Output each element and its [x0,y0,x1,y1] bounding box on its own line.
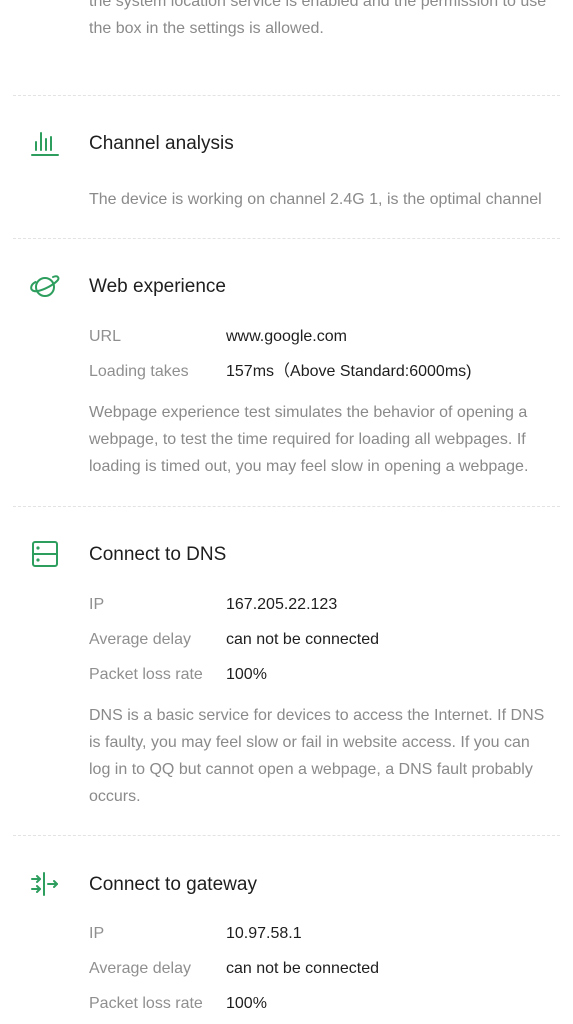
gateway-title: Connect to gateway [89,874,257,895]
url-value: www.google.com [226,328,347,345]
channel-title: Channel analysis [89,133,234,154]
dns-delay-value: can not be connected [226,631,380,648]
dns-loss-label: Packet loss rate [89,666,203,683]
url-label: URL [89,328,122,345]
gateway-loss-label: Packet loss rate [89,995,203,1012]
bar-chart-icon [28,128,62,162]
gateway-arrows-icon [28,867,62,901]
web-description: Webpage experience test simulates the be… [89,404,529,475]
loading-label: Loading takes [89,363,189,380]
channel-section[interactable]: Channel analysis The device is working o… [0,96,573,238]
gateway-ip-label: IP [89,925,105,942]
gateway-delay-label: Average delay [89,960,191,977]
dns-delay-label: Average delay [89,631,191,648]
loading-value: 157ms（Above Standard:6000ms) [226,363,472,380]
dns-ip-label: IP [89,596,105,613]
gateway-loss-value: 100% [226,995,267,1012]
location-note: the system location service is enabled a… [89,0,547,37]
web-section[interactable]: Web experience URL www.google.com Loadin… [0,239,573,506]
dns-loss-value: 100% [226,666,267,683]
planet-icon [28,270,62,304]
dns-description: DNS is a basic service for devices to ac… [89,707,545,805]
gateway-section[interactable]: Connect to gateway IP 10.97.58.1 Average… [0,836,573,1024]
gateway-ip-value: 10.97.58.1 [226,925,302,942]
web-title: Web experience [89,276,226,297]
gateway-delay-value: can not be connected [226,960,380,977]
dns-section[interactable]: Connect to DNS IP 167.205.22.123 Average… [0,507,573,835]
dns-ip-value: 167.205.22.123 [226,596,338,613]
server-icon [28,537,62,571]
channel-description: The device is working on channel 2.4G 1,… [89,191,542,208]
dns-title: Connect to DNS [89,544,227,565]
